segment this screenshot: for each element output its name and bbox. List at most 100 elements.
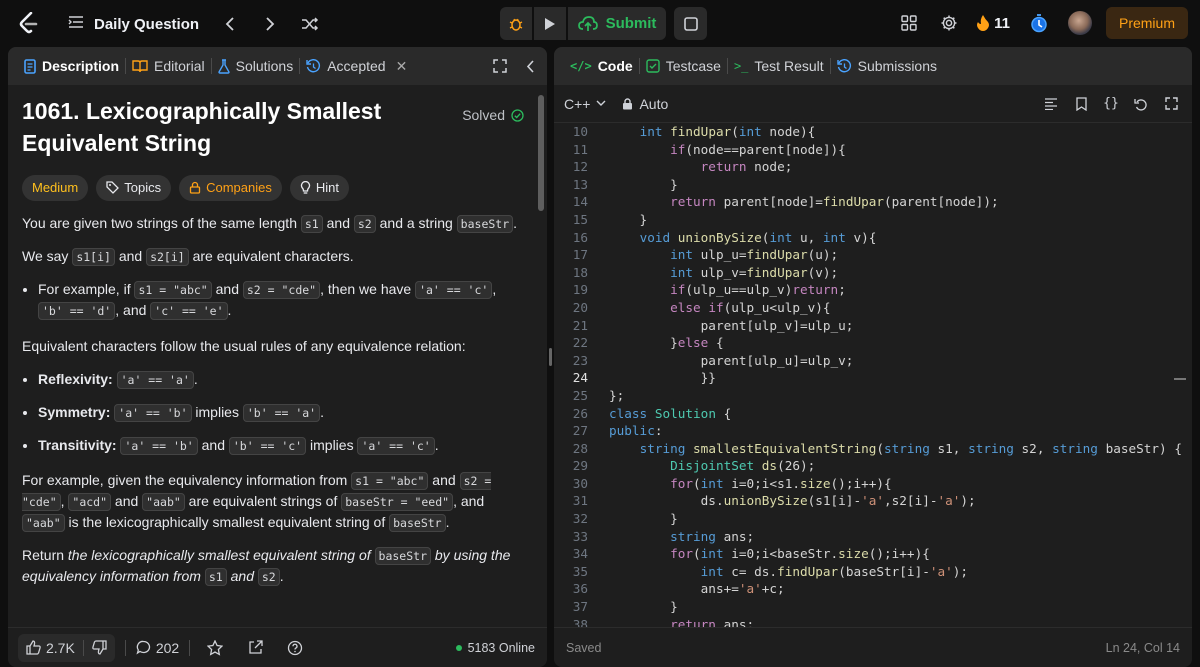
code-text: parent[ulp_v]=ulp_u;	[609, 317, 854, 333]
editor-scrollbar[interactable]	[1174, 378, 1186, 380]
next-question-button[interactable]	[255, 9, 285, 39]
language-select[interactable]: C++	[564, 96, 606, 112]
favorite-button[interactable]	[200, 633, 230, 663]
format-button[interactable]	[1036, 89, 1066, 119]
tab-accepted[interactable]: Accepted ✕	[300, 47, 413, 85]
code-line[interactable]: 26 class Solution {	[554, 405, 1192, 423]
code-line[interactable]: 21 parent[ulp_v]=ulp_u;	[554, 317, 1192, 335]
code-line[interactable]: 29 DisjointSet ds(26);	[554, 457, 1192, 475]
scrollbar-thumb[interactable]	[538, 95, 544, 211]
code-text: }	[609, 176, 678, 192]
avatar[interactable]	[1067, 11, 1092, 35]
debug-button[interactable]	[500, 7, 532, 40]
code-line[interactable]: 24 }}	[554, 369, 1192, 387]
code-line[interactable]: 18 int ulp_v=findUpar(v);	[554, 264, 1192, 282]
like-button[interactable]: 2.7K	[18, 640, 83, 656]
lock-icon	[623, 97, 633, 109]
auto-mode[interactable]: Auto	[622, 96, 668, 112]
code-line[interactable]: 30 for(int i=0;i<s1.size();i++){	[554, 475, 1192, 493]
history-icon	[306, 58, 321, 72]
tab-code[interactable]: </> Code	[564, 47, 639, 85]
topics-chip[interactable]: Topics	[96, 175, 172, 201]
code-line[interactable]: 19 if(ulp_u==ulp_v)return;	[554, 281, 1192, 299]
timer-button[interactable]	[1024, 8, 1054, 38]
chevron-left-icon	[225, 17, 234, 31]
maximize-panel-button[interactable]	[485, 51, 515, 81]
streak-counter[interactable]: 11	[976, 14, 1010, 32]
run-button[interactable]	[534, 7, 566, 40]
description-panel: Description Editorial Solutions Accepted…	[8, 47, 547, 667]
notes-button[interactable]	[674, 7, 707, 40]
line-number: 12	[572, 159, 588, 175]
line-number: 10	[572, 124, 588, 139]
line-number: 11	[572, 141, 588, 157]
lightbulb-icon	[300, 180, 311, 194]
line-number: 14	[572, 194, 588, 210]
code-line[interactable]: 31 ds.unionBySize(s1[i]-'a',s2[i]-'a');	[554, 492, 1192, 510]
line-number: 27	[572, 423, 588, 439]
code-line[interactable]: 36 ans+='a'+c;	[554, 580, 1192, 598]
code-line[interactable]: 25};	[554, 387, 1192, 405]
collapse-panel-button[interactable]	[515, 51, 545, 81]
submit-button[interactable]: Submit	[568, 7, 666, 40]
tab-submissions[interactable]: Submissions	[831, 47, 943, 85]
layout-button[interactable]	[894, 8, 924, 38]
align-left-icon	[1045, 97, 1057, 110]
code-text: parent[ulp_u]=ulp_v;	[609, 352, 854, 368]
code-line[interactable]: 12 return node;	[554, 158, 1192, 176]
code-line[interactable]: 33 string ans;	[554, 528, 1192, 546]
code-text: class Solution {	[609, 405, 732, 421]
code-tabs: </> Code Testcase >_ Test Result Submiss…	[554, 47, 1192, 85]
code-line[interactable]: 28 string smallestEquivalentString(strin…	[554, 440, 1192, 458]
code-text: int ulp_v=findUpar(v);	[670, 264, 839, 280]
premium-button[interactable]: Premium	[1105, 7, 1188, 39]
bookmark-button[interactable]	[1066, 89, 1096, 119]
prev-question-button[interactable]	[215, 9, 245, 39]
fire-icon	[977, 15, 990, 31]
save-status: Saved	[566, 640, 602, 655]
comments-button[interactable]: 202	[136, 640, 179, 656]
leetcode-logo[interactable]	[14, 10, 42, 38]
solved-badge: Solved	[462, 105, 524, 126]
tab-testcase[interactable]: Testcase	[640, 47, 727, 85]
companies-chip[interactable]: Companies	[179, 175, 282, 201]
braces-button[interactable]: {}	[1096, 89, 1126, 119]
flask-icon	[217, 58, 230, 74]
code-editor[interactable]: 10 int findUpar(int node){11 if(node==pa…	[554, 123, 1192, 628]
problem-list-button[interactable]: Daily Question	[68, 15, 199, 33]
code-line[interactable]: 10 int findUpar(int node){	[554, 123, 1192, 141]
code-line[interactable]: 27 public:	[554, 422, 1192, 440]
reset-button[interactable]	[1126, 89, 1156, 119]
code-text: string ans;	[670, 528, 755, 544]
random-question-button[interactable]	[295, 9, 325, 39]
panel-resize-handle[interactable]	[549, 348, 552, 366]
close-tab-icon[interactable]: ✕	[396, 58, 408, 75]
code-line[interactable]: 23 parent[ulp_u]=ulp_v;	[554, 352, 1192, 370]
code-line[interactable]: 14 return parent[node]=findUpar(parent[n…	[554, 193, 1192, 211]
code-line[interactable]: 22 }else {	[554, 334, 1192, 352]
code-line[interactable]: 37 }	[554, 598, 1192, 616]
dislike-button[interactable]	[84, 640, 115, 655]
code-line[interactable]: 17 int ulp_u=findUpar(u);	[554, 246, 1192, 264]
share-button[interactable]	[240, 633, 270, 663]
code-line[interactable]: 15 }	[554, 211, 1192, 229]
fullscreen-button[interactable]	[1156, 89, 1186, 119]
hint-chip[interactable]: Hint	[289, 175, 349, 201]
settings-button[interactable]	[934, 8, 964, 38]
code-line[interactable]: 32 }	[554, 510, 1192, 528]
line-number: 30	[572, 475, 588, 491]
code-text: }}	[609, 370, 716, 386]
code-line[interactable]: 35 int c= ds.findUpar(baseStr[i]-'a');	[554, 563, 1192, 581]
tab-description[interactable]: Description	[18, 47, 125, 85]
code-line[interactable]: 11 if(node==parent[node]){	[554, 141, 1192, 159]
code-line[interactable]: 16 void unionBySize(int u, int v){	[554, 229, 1192, 247]
code-line[interactable]: 20 else if(ulp_u<ulp_v){	[554, 299, 1192, 317]
tab-solutions[interactable]: Solutions	[212, 47, 300, 85]
tab-test-result[interactable]: >_ Test Result	[728, 47, 830, 85]
code-line[interactable]: 13 }	[554, 176, 1192, 194]
code-brackets-icon: </>	[570, 59, 592, 73]
tab-editorial[interactable]: Editorial	[126, 47, 211, 85]
code-text: }else {	[609, 335, 724, 351]
code-line[interactable]: 34 for(int i=0;i<baseStr.size();i++){	[554, 545, 1192, 563]
help-button[interactable]	[280, 633, 310, 663]
